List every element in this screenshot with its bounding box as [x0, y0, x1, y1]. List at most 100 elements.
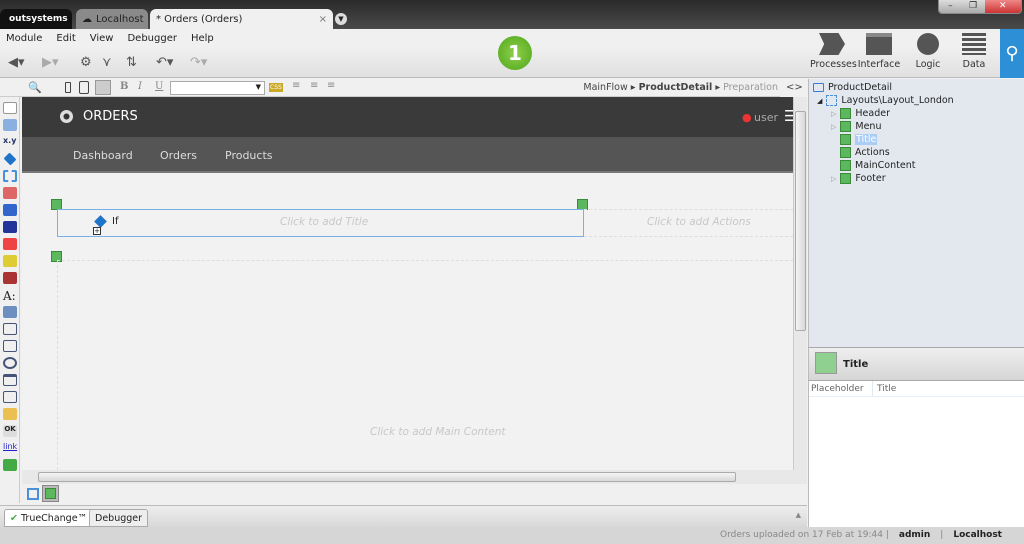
undo-icon[interactable]: ↶▾ — [156, 55, 173, 70]
align-left-icon[interactable]: ≡ — [292, 80, 300, 91]
placeholder-icon[interactable] — [42, 485, 59, 502]
processes-button[interactable]: Processes — [810, 33, 857, 70]
data-button[interactable]: Data — [952, 33, 996, 70]
breadcrumb-screen[interactable]: ProductDetail — [639, 82, 713, 93]
checkbox-widget-icon[interactable] — [3, 340, 17, 352]
input-password-icon[interactable] — [3, 323, 17, 335]
title-bar: outsystems ☁ Localhost * Orders (Orders) ×… — [0, 0, 1024, 29]
interface-icon — [866, 33, 892, 55]
web-block-icon[interactable] — [3, 170, 17, 182]
close-button[interactable]: ✕ — [984, 0, 1021, 13]
form-icon[interactable] — [3, 187, 17, 199]
expand-panel-icon[interactable]: ▲ — [796, 511, 801, 519]
table-widget-icon[interactable] — [3, 119, 17, 131]
bold-button[interactable]: B — [120, 81, 128, 92]
combo-box-icon[interactable] — [3, 374, 17, 386]
tree-item-title[interactable]: Title — [840, 134, 878, 145]
table-records-icon[interactable] — [3, 221, 17, 233]
forward-icon[interactable]: ▶▾ — [42, 55, 59, 70]
publish-icon[interactable]: ⇅ — [126, 55, 137, 70]
toggle-code-button[interactable]: <> — [782, 82, 807, 93]
compare-icon[interactable]: ⋎ — [102, 55, 112, 70]
tree-item-maincontent[interactable]: MainContent — [840, 160, 915, 171]
phone-icon[interactable] — [65, 82, 71, 93]
publish-step-button[interactable]: 1 — [498, 36, 532, 70]
tree-item-menu[interactable]: ▷ Menu — [831, 121, 881, 132]
menu-edit[interactable]: Edit — [56, 33, 75, 44]
placeholder-icon — [840, 147, 851, 158]
web-block-icon[interactable] — [27, 488, 39, 500]
outsystems-tab[interactable]: outsystems — [0, 9, 72, 29]
desktop-icon[interactable] — [95, 80, 111, 95]
tree-item-header[interactable]: ▷ Header — [831, 108, 890, 119]
property-value[interactable]: Title — [873, 381, 896, 396]
breadcrumb-flow[interactable]: MainFlow — [583, 82, 627, 93]
interface-button[interactable]: Interface — [857, 33, 901, 70]
scroll-thumb[interactable] — [795, 111, 806, 331]
upload-widget-icon[interactable] — [3, 408, 17, 420]
radio-widget-icon[interactable] — [3, 357, 17, 369]
css-button[interactable]: CSS — [269, 83, 283, 92]
list-records-icon[interactable] — [3, 204, 17, 216]
container-widget-icon[interactable] — [3, 102, 17, 114]
user-name[interactable]: user — [754, 111, 778, 124]
tree-layout[interactable]: ◢ Layouts\Layout_London — [817, 95, 954, 106]
search-button[interactable]: ⚲ — [1000, 29, 1024, 78]
edit-record-icon[interactable] — [3, 238, 17, 250]
vertical-scrollbar[interactable] — [793, 97, 807, 470]
align-right-icon[interactable]: ≡ — [327, 80, 335, 91]
tree-label: MainContent — [855, 160, 916, 171]
tab-debugger[interactable]: Debugger — [89, 509, 149, 527]
close-tab-icon[interactable]: × — [319, 14, 327, 25]
tab-orders[interactable]: * Orders (Orders) × — [150, 9, 333, 29]
redo-icon[interactable]: ↷▾ — [190, 55, 207, 70]
gear-icon[interactable]: ⚙ — [80, 55, 92, 70]
tree-root[interactable]: ProductDetail — [813, 82, 892, 93]
list-box-icon[interactable] — [3, 391, 17, 403]
menu-icon[interactable]: ☰ — [784, 107, 793, 125]
link-widget-icon[interactable]: link — [3, 442, 17, 454]
actions-placeholder[interactable]: Click to add Actions — [584, 209, 793, 237]
title-placeholder[interactable]: If + Click to add Title — [57, 209, 584, 237]
scroll-thumb[interactable] — [38, 472, 736, 482]
minimize-button[interactable]: – — [939, 0, 962, 13]
if-widget-icon[interactable] — [3, 152, 17, 166]
search-widget-icon[interactable] — [3, 272, 17, 284]
breadcrumb-current[interactable]: Preparation — [723, 82, 778, 93]
tree-item-footer[interactable]: ▷ Footer — [831, 173, 886, 184]
menu-view[interactable]: View — [90, 33, 114, 44]
widget-tree-bar — [22, 484, 807, 504]
tab-localhost[interactable]: ☁ Localhost — [76, 9, 148, 29]
screen-canvas[interactable]: ORDERS ● user ☰ Dashboard Orders Product… — [22, 97, 793, 470]
if-widget[interactable]: If — [112, 216, 118, 227]
horizontal-scrollbar[interactable] — [22, 470, 807, 484]
processes-icon — [819, 33, 845, 55]
image-widget-icon[interactable] — [3, 459, 17, 471]
tab-dropdown-icon[interactable]: ▼ — [335, 13, 347, 25]
preview-icon[interactable]: 🔍 — [28, 81, 42, 94]
back-icon[interactable]: ◀▾ — [8, 55, 25, 70]
button-widget-icon[interactable]: OK — [3, 425, 17, 437]
underline-button[interactable]: U — [155, 81, 163, 92]
label-widget-icon[interactable]: A: — [3, 289, 17, 303]
style-select[interactable]: ▼ — [170, 81, 265, 95]
property-row[interactable]: Placeholder Title — [809, 381, 1024, 397]
nav-dashboard[interactable]: Dashboard — [73, 149, 133, 162]
align-center-icon[interactable]: ≡ — [310, 80, 318, 91]
nav-products[interactable]: Products — [225, 149, 273, 162]
restore-button[interactable]: ❐ — [961, 0, 985, 13]
italic-button[interactable]: I — [138, 81, 142, 92]
main-content-placeholder[interactable]: Click to add Main Content — [57, 260, 793, 470]
nav-orders[interactable]: Orders — [160, 149, 197, 162]
tab-truechange[interactable]: ✔ TrueChange™ — [4, 509, 94, 527]
logic-button[interactable]: Logic — [906, 33, 950, 70]
expand-icon[interactable]: + — [93, 227, 101, 235]
input-widget-icon[interactable] — [3, 306, 17, 318]
menu-debugger[interactable]: Debugger — [127, 33, 177, 44]
tree-item-actions[interactable]: Actions — [840, 147, 890, 158]
menu-module[interactable]: Module — [6, 33, 42, 44]
show-record-icon[interactable] — [3, 255, 17, 267]
menu-help[interactable]: Help — [191, 33, 214, 44]
expression-widget-icon[interactable]: x.y — [3, 136, 17, 148]
tablet-icon[interactable] — [79, 81, 89, 94]
